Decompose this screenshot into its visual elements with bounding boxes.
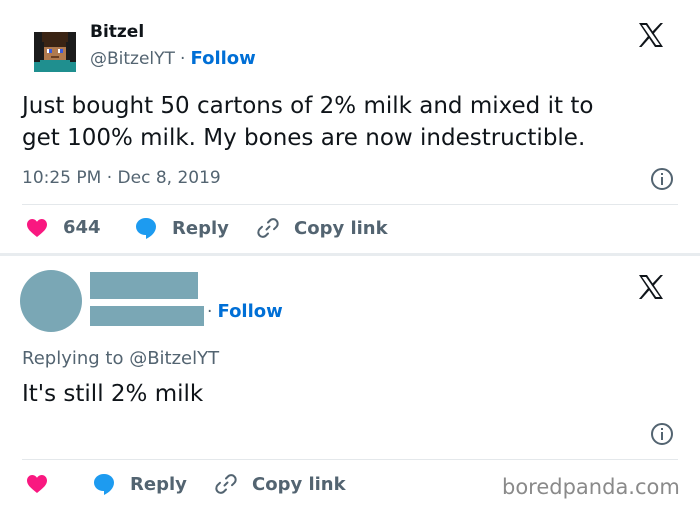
tweet-time: 10:25 PM xyxy=(22,168,102,188)
reply-label: Reply xyxy=(130,473,187,495)
tweet-text-line-1: Just bought 50 cartons of 2% milk and mi… xyxy=(22,93,594,119)
redacted-name xyxy=(90,272,198,299)
tweet-text: It's still 2% milk xyxy=(22,381,204,407)
avatar[interactable] xyxy=(20,270,82,332)
heart-icon xyxy=(26,474,48,494)
reply-label: Reply xyxy=(172,217,229,239)
reply-bubble-icon xyxy=(92,472,116,496)
tweet-date: Dec 8, 2019 xyxy=(117,168,221,188)
copy-link-button[interactable]: Copy link xyxy=(214,472,346,496)
link-icon xyxy=(214,472,238,496)
reply-button[interactable]: Reply xyxy=(92,472,187,496)
tweet-text: Just bought 50 cartons of 2% milk and mi… xyxy=(22,90,593,154)
follow-line: · Follow xyxy=(207,301,283,322)
copy-link-label: Copy link xyxy=(294,217,388,239)
pixel-avatar-image xyxy=(34,32,76,72)
watermark: boredpanda.com xyxy=(502,475,680,499)
divider xyxy=(22,459,678,460)
reply-tweet-card: · Follow Replying to @BitzelYT It's stil… xyxy=(0,256,700,511)
tweet-timestamp[interactable]: 10:25 PM · Dec 8, 2019 xyxy=(22,168,221,188)
divider xyxy=(22,204,678,205)
info-icon[interactable] xyxy=(650,422,674,446)
info-icon[interactable] xyxy=(650,167,674,191)
separator-dot: · xyxy=(180,49,186,69)
replying-to[interactable]: Replying to @BitzelYT xyxy=(22,348,219,369)
separator-dot: · xyxy=(207,302,213,322)
copy-link-label: Copy link xyxy=(252,473,346,495)
reply-button[interactable]: Reply xyxy=(134,216,229,240)
tweet-text-line-2: get 100% milk. My bones are now indestru… xyxy=(22,125,586,151)
like-count: 644 xyxy=(63,217,101,238)
follow-button[interactable]: Follow xyxy=(191,48,256,69)
author-name[interactable]: Bitzel xyxy=(90,22,144,42)
separator-dot: · xyxy=(106,168,113,188)
like-button[interactable]: 644 xyxy=(26,217,101,238)
x-logo-icon[interactable] xyxy=(636,272,666,302)
copy-link-button[interactable]: Copy link xyxy=(256,216,388,240)
x-logo-icon[interactable] xyxy=(636,20,666,50)
avatar[interactable] xyxy=(34,32,76,72)
tweet-card: Bitzel @BitzelYT · Follow Just bought 50… xyxy=(0,0,700,254)
reply-bubble-icon xyxy=(134,216,158,240)
heart-icon xyxy=(26,218,48,238)
author-line: @BitzelYT · Follow xyxy=(90,48,256,69)
author-handle[interactable]: @BitzelYT xyxy=(90,49,175,69)
follow-button[interactable]: Follow xyxy=(218,301,283,322)
like-button[interactable] xyxy=(26,474,48,494)
link-icon xyxy=(256,216,280,240)
redacted-handle xyxy=(90,306,204,326)
